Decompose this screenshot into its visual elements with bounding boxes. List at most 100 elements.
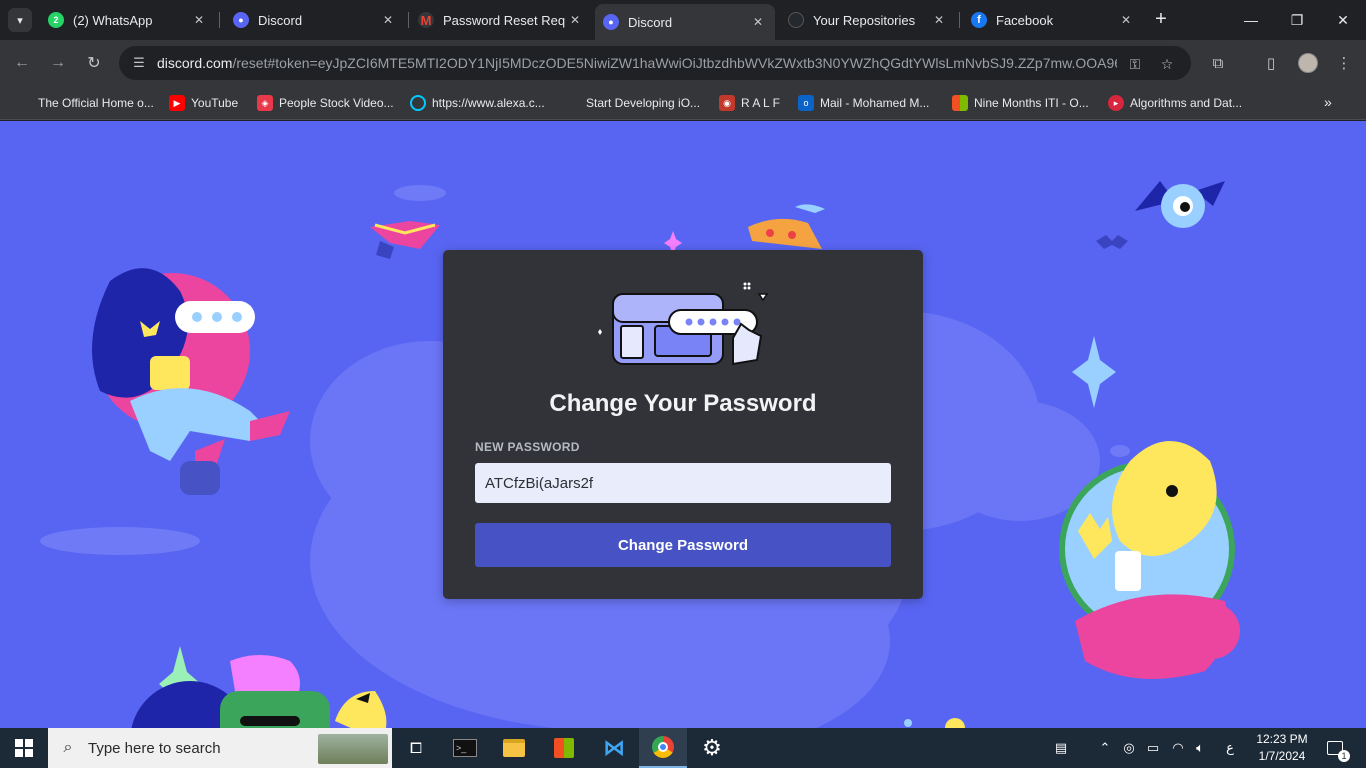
close-tab-icon[interactable]: ✕: [749, 13, 767, 31]
minimize-button[interactable]: —: [1228, 0, 1274, 40]
tab-gmail[interactable]: M Password Reset Request for Discord ✕: [410, 6, 592, 34]
more-bookmarks-icon[interactable]: »: [1324, 94, 1332, 110]
gmail-icon: M: [418, 12, 434, 28]
close-tab-icon[interactable]: ✕: [1117, 11, 1135, 29]
close-tab-icon[interactable]: ✕: [379, 11, 397, 29]
bookmark-item[interactable]: The Official Home o...: [16, 93, 154, 113]
key-icon[interactable]: ⚿: [1125, 54, 1145, 74]
close-tab-icon[interactable]: ✕: [190, 11, 208, 29]
taskbar-chrome[interactable]: [639, 728, 687, 768]
close-tab-icon[interactable]: ✕: [930, 11, 948, 29]
tab-discord-active[interactable]: ● Discord ✕: [595, 4, 775, 40]
taskbar-search-box[interactable]: ⌕ Type here to search: [48, 728, 392, 768]
windows-taskbar: ⌕ Type here to search ⧠ >_ ⋈ ⚙ ▤ ⌃ ◎ ▭ ◠…: [0, 728, 1366, 768]
system-clock[interactable]: 12:23 PM 1/7/2024: [1252, 731, 1312, 765]
youtube-icon: ▶: [169, 95, 185, 111]
bookmark-item[interactable]: ▶ YouTube: [169, 93, 238, 113]
treasure-chest-illustration: [598, 282, 769, 366]
page-title: Change Your Password: [549, 390, 817, 417]
address-bar[interactable]: ☰ discord.com/reset#token=eyJpZCI6MTE5MT…: [119, 46, 1191, 80]
reload-button[interactable]: ↻: [81, 50, 107, 76]
tab-strip: ▾ 2 (2) WhatsApp ✕ ● Discord ✕ M Passwor…: [0, 0, 1366, 40]
battery-icon[interactable]: ▭: [1144, 728, 1162, 768]
restore-button[interactable]: ❐: [1274, 0, 1320, 40]
bookmark-item[interactable]: Nine Months ITI - O...: [952, 93, 1089, 113]
whatsapp-icon: 2: [48, 12, 64, 28]
taskbar-terminal[interactable]: >_: [441, 728, 489, 768]
tab-search-button[interactable]: ▾: [8, 8, 32, 32]
back-arrow-icon: ←: [14, 54, 30, 71]
left-character-illustration: [92, 268, 290, 495]
notification-icon: 1: [1327, 741, 1350, 762]
reload-icon: ↻: [87, 55, 101, 72]
tab-github[interactable]: Your Repositories ✕: [780, 6, 956, 34]
fish-illustration: [795, 204, 825, 213]
new-tab-button[interactable]: +: [1151, 9, 1171, 29]
stock-icon: ◈: [257, 95, 273, 111]
close-tab-icon[interactable]: ✕: [566, 11, 584, 29]
discord-icon: ●: [233, 12, 249, 28]
sparkle-icon: [1072, 336, 1116, 408]
apple-icon: [16, 95, 32, 111]
task-view-icon: ⧠: [409, 739, 422, 757]
menu-kebab-icon[interactable]: ⋮: [1333, 52, 1355, 74]
search-icon: ⌕: [63, 739, 73, 756]
wifi-icon[interactable]: ◠: [1168, 728, 1188, 768]
tab-discord[interactable]: ● Discord ✕: [225, 6, 405, 34]
bookmark-star-icon[interactable]: ☆: [1157, 54, 1177, 74]
bookmark-item[interactable]: Start Developing iO...: [564, 93, 700, 113]
udemy-icon: ▸: [1108, 95, 1124, 111]
discord-icon: ●: [603, 14, 619, 30]
bookmark-item[interactable]: ▸ Algorithms and Dat...: [1108, 93, 1242, 113]
bookmark-item[interactable]: https://www.alexa.c...: [410, 93, 545, 113]
tab-divider: [219, 12, 220, 28]
vscode-icon: ⋈: [603, 735, 625, 760]
site-info-icon[interactable]: ☰: [129, 53, 149, 73]
taskbar-settings[interactable]: ⚙: [688, 728, 736, 768]
taskbar-vscode[interactable]: ⋈: [590, 728, 638, 768]
apple-icon: [564, 95, 580, 111]
chevron-up-icon[interactable]: ⌃: [1096, 728, 1114, 768]
taskbar-file-explorer[interactable]: [490, 728, 538, 768]
browser-toolbar: ← → ↻ ☰ discord.com/reset#token=eyJpZCI6…: [0, 40, 1366, 86]
profile-avatar[interactable]: [1298, 53, 1318, 73]
forward-button[interactable]: →: [45, 50, 71, 76]
bookmark-item[interactable]: o Mail - Mohamed M...: [798, 93, 929, 113]
back-button[interactable]: ←: [9, 50, 35, 76]
pizza-illustration: [748, 218, 822, 249]
news-widget-icon[interactable]: ▤: [1045, 728, 1077, 768]
discord-reset-page: Change Your Password NEW PASSWORD Change…: [0, 121, 1366, 728]
bookmarks-bar: The Official Home o... ▶ YouTube ◈ Peopl…: [0, 86, 1366, 120]
folder-icon: [503, 739, 525, 757]
outlook-icon: o: [798, 95, 814, 111]
volume-icon[interactable]: 🔈︎: [1190, 728, 1210, 768]
close-window-button[interactable]: ✕: [1320, 0, 1366, 40]
new-password-label: NEW PASSWORD: [475, 440, 580, 454]
tab-whatsapp[interactable]: 2 (2) WhatsApp ✕: [40, 6, 216, 34]
url-text[interactable]: discord.com/reset#token=eyJpZCI6MTE5MTI2…: [157, 55, 1117, 71]
windows-logo-icon: [15, 739, 33, 757]
new-password-input[interactable]: [475, 463, 891, 503]
ralf-icon: ◉: [719, 95, 735, 111]
microsoft-icon: [952, 95, 968, 111]
store-icon: [554, 738, 574, 758]
tab-divider: [959, 12, 960, 28]
extensions-icon[interactable]: ⧉: [1207, 52, 1229, 74]
bookmark-item[interactable]: ◉ R A L F: [719, 93, 780, 113]
terminal-icon: >_: [453, 739, 477, 757]
bookmark-item[interactable]: ◈ People Stock Video...: [257, 93, 394, 113]
start-button[interactable]: [0, 728, 48, 768]
language-indicator[interactable]: ع: [1220, 728, 1240, 768]
github-icon: [788, 12, 804, 28]
search-highlight-image: [318, 734, 388, 764]
notifications-button[interactable]: 1: [1320, 728, 1350, 768]
reset-password-card: Change Your Password NEW PASSWORD Change…: [443, 250, 923, 599]
tab-divider: [408, 12, 409, 28]
tab-facebook[interactable]: f Facebook ✕: [963, 6, 1143, 34]
change-password-button[interactable]: Change Password: [475, 523, 891, 567]
camera-icon[interactable]: ◎: [1120, 728, 1138, 768]
chrome-icon: [652, 736, 674, 758]
task-view-button[interactable]: ⧠: [392, 728, 440, 768]
side-panel-icon[interactable]: ▯: [1260, 52, 1282, 74]
taskbar-store[interactable]: [540, 728, 588, 768]
